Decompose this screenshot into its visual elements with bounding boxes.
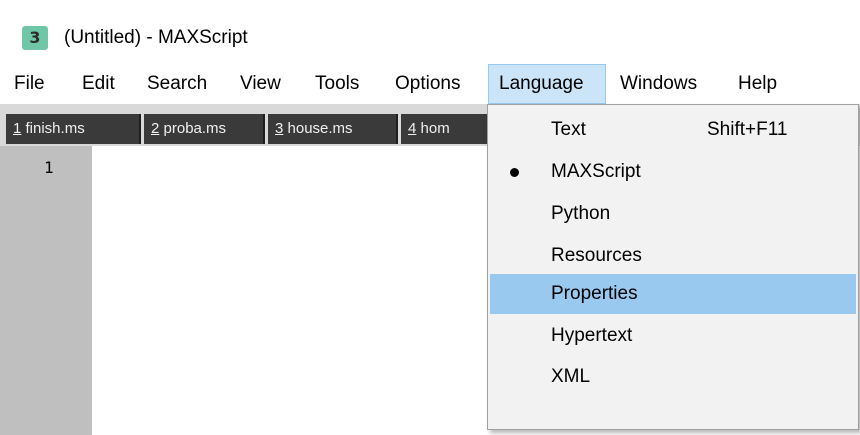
language-menu-item-properties[interactable]: Properties [490, 274, 856, 314]
menu-item-label: Resources [551, 245, 642, 266]
language-menu-item-resources[interactable]: Resources [490, 236, 856, 276]
menu-item-label: Python [551, 203, 611, 224]
tab-proba-ms[interactable]: 2 proba.ms [144, 114, 265, 144]
tab-label: finish.ms [21, 120, 85, 137]
line-number-gutter: 1 [0, 146, 92, 435]
menu-item-label: Hypertext [551, 325, 633, 346]
language-menu-dropdown: Text Shift+F11 MAXScript Python Resource… [487, 104, 859, 430]
tab-finish-ms[interactable]: 1 finish.ms [6, 114, 141, 144]
window-title: (Untitled) - MAXScript [64, 27, 248, 48]
menu-edit[interactable]: Edit [72, 64, 125, 104]
menu-windows[interactable]: Windows [610, 64, 707, 104]
title-bar[interactable]: 3 (Untitled) - MAXScript [0, 0, 860, 58]
line-number: 1 [44, 158, 54, 177]
menu-view[interactable]: View [230, 64, 291, 104]
tab-house-ms[interactable]: 3 house.ms [268, 114, 398, 144]
maxscript-app-icon[interactable]: 3 [22, 26, 48, 50]
menu-item-label: MAXScript [551, 161, 641, 182]
menu-help[interactable]: Help [728, 64, 787, 104]
menu-item-shortcut: Shift+F11 [707, 119, 788, 140]
language-menu-item-python[interactable]: Python [490, 194, 856, 234]
tab-label: hom [416, 120, 450, 137]
menu-options[interactable]: Options [385, 64, 470, 104]
language-menu-item-maxscript[interactable]: MAXScript [490, 152, 856, 192]
menu-bar: File Edit Search View Tools Options Lang… [0, 64, 860, 104]
tab-hom[interactable]: 4 hom [401, 114, 501, 144]
menu-search[interactable]: Search [137, 64, 217, 104]
tab-label: proba.ms [159, 120, 227, 137]
menu-tools[interactable]: Tools [305, 64, 369, 104]
menu-item-label: Properties [551, 283, 638, 304]
language-menu-item-text[interactable]: Text Shift+F11 [490, 110, 856, 150]
menu-item-label: Text [551, 119, 586, 140]
menu-file[interactable]: File [4, 64, 55, 104]
tab-label: house.ms [283, 120, 353, 137]
menu-item-label: XML [551, 366, 591, 387]
language-menu-item-xml[interactable]: XML [490, 357, 856, 397]
language-menu-item-hypertext[interactable]: Hypertext [490, 316, 856, 356]
bullet-icon [510, 168, 519, 177]
menu-language[interactable]: Language [488, 64, 606, 104]
maxscript-window: 3 (Untitled) - MAXScript File Edit Searc… [0, 0, 860, 435]
